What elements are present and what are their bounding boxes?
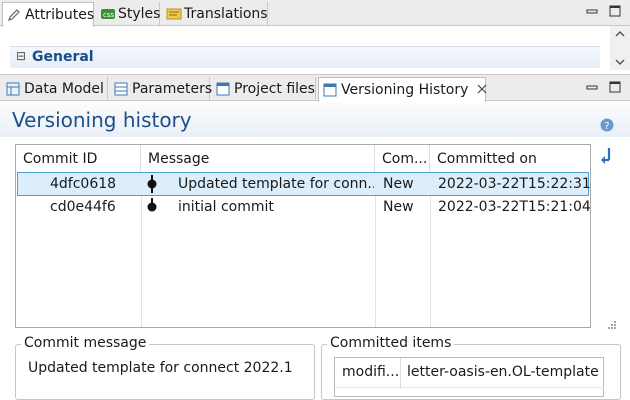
svg-text:?: ? — [604, 121, 609, 132]
tab-parameters[interactable]: Parameters — [110, 77, 213, 101]
item-file-name: letter-oasis-en.OL-template — [407, 364, 599, 380]
item-status: modifi... — [342, 364, 400, 380]
column-header-message[interactable]: Message — [141, 145, 375, 173]
tab-translations-label: Translations — [184, 6, 268, 22]
tab-project-files[interactable]: Project files — [212, 77, 316, 101]
committed-items-label: Committed items — [327, 335, 455, 351]
commit-message: Updated template for conn... — [178, 176, 374, 192]
top-tab-bar: Attributes css Styles Translations — [0, 0, 630, 27]
table-row[interactable]: 4dfc0618 Updated template for conn... Ne… — [17, 172, 591, 197]
maximize-icon[interactable] — [609, 5, 621, 17]
column-header-status[interactable]: Com... — [375, 145, 430, 173]
tab-versioning-history[interactable]: Versioning History — [318, 77, 487, 102]
general-section-header[interactable]: ⊟ General — [10, 46, 600, 68]
commit-date: 2022-03-22T15:22:31 — [438, 176, 591, 192]
commit-status: New — [383, 199, 414, 215]
commit-message: initial commit — [178, 199, 274, 215]
tab-project-files-label: Project files — [234, 81, 315, 97]
table-row[interactable]: cd0e44f6 initial commit New 2022-03-22T1… — [17, 196, 591, 220]
tab-versioning-history-label: Versioning History — [341, 82, 469, 98]
tab-styles[interactable]: css Styles — [96, 2, 160, 26]
project-files-icon — [216, 82, 230, 96]
tab-attributes[interactable]: Attributes — [2, 2, 94, 27]
commit-id: cd0e44f6 — [50, 199, 116, 215]
css-icon: css — [100, 7, 115, 21]
tab-translations[interactable]: Translations — [162, 2, 268, 26]
revert-icon[interactable] — [598, 146, 614, 164]
resize-grip-icon[interactable] — [607, 318, 617, 329]
help-icon[interactable]: ? — [600, 118, 614, 132]
tab-data-model[interactable]: Data Model — [2, 77, 108, 101]
main-tab-bar: Data Model Parameters Project files Vers… — [0, 74, 630, 102]
tab-data-model-label: Data Model — [24, 81, 104, 97]
top-scrollbar[interactable] — [610, 26, 630, 70]
pencil-icon — [7, 8, 21, 22]
minimize-icon[interactable] — [586, 5, 598, 17]
data-model-icon — [6, 82, 20, 96]
svg-text:css: css — [103, 11, 114, 19]
commit-id: 4dfc0618 — [50, 176, 117, 192]
tab-styles-label: Styles — [118, 6, 161, 22]
close-icon[interactable] — [476, 83, 490, 97]
item-file-cell: letter-oasis-en.OL-template — [401, 358, 604, 388]
item-status-cell: modifi... — [335, 358, 401, 388]
tab-attributes-label: Attributes — [25, 7, 95, 23]
commit-message-label: Commit message — [21, 335, 150, 351]
versioning-icon — [323, 83, 337, 97]
column-header-committed-on[interactable]: Committed on — [430, 145, 590, 173]
commit-date: 2022-03-22T15:21:04 — [438, 199, 591, 215]
commit-status: New — [383, 176, 414, 192]
column-header-commit-id[interactable]: Commit ID — [16, 145, 141, 173]
commit-node-icon — [146, 175, 158, 197]
parameters-icon — [114, 82, 128, 96]
committed-items-list[interactable]: modifi... letter-oasis-en.OL-template — [334, 357, 604, 397]
page-title: Versioning history — [12, 108, 192, 132]
commit-table: Commit ID Message Com... Committed on 4d… — [15, 144, 591, 328]
main-maximize-icon[interactable] — [609, 81, 621, 93]
tab-parameters-label: Parameters — [132, 81, 213, 97]
collapse-icon[interactable]: ⊟ — [16, 49, 26, 63]
commit-message-text: Updated template for connect 2022.1 — [28, 360, 293, 376]
translations-icon — [166, 7, 182, 21]
main-minimize-icon[interactable] — [586, 81, 598, 93]
properties-panel: Attributes css Styles Translations ⊟ Gen… — [0, 0, 630, 72]
general-section-label: General — [32, 49, 94, 65]
commit-node-icon — [146, 198, 158, 220]
